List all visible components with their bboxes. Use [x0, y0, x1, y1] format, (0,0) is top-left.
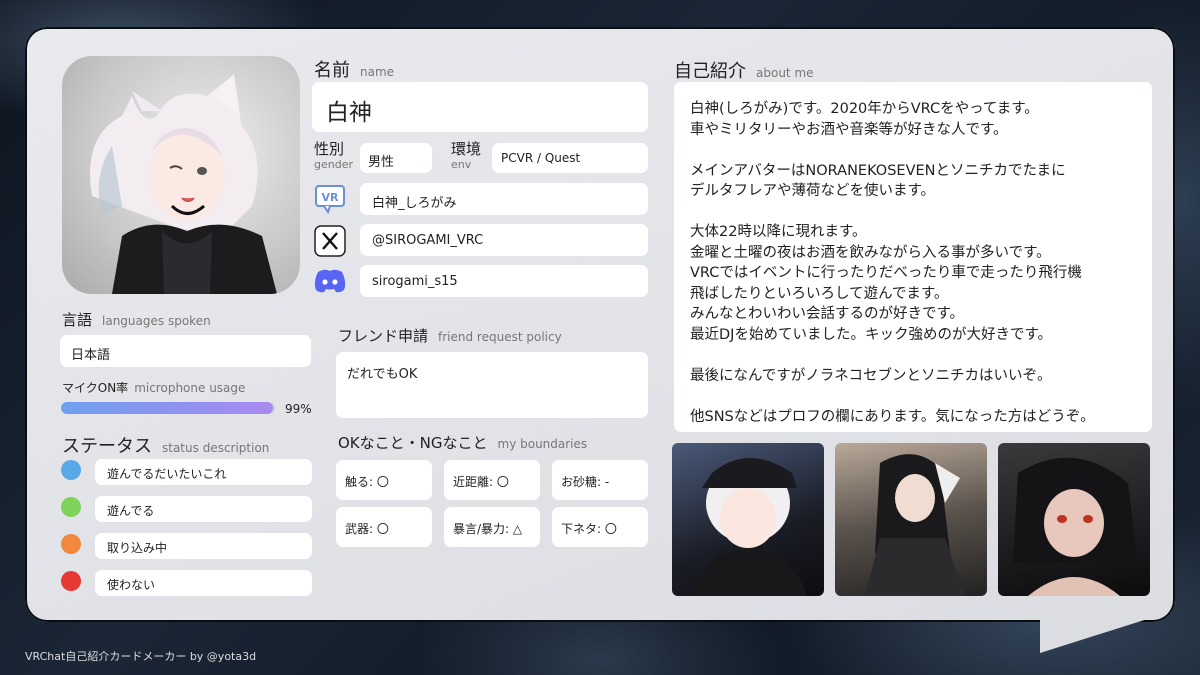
status-dot	[61, 460, 81, 480]
env-field: PCVR / Quest	[492, 143, 648, 173]
boundary-item: 近距離: 〇	[444, 460, 540, 500]
languages-value: 日本語	[71, 348, 111, 363]
discord-account-field: sirogami_s15	[360, 265, 648, 297]
boundary-text: お砂糖: -	[561, 475, 610, 489]
boundaries-label: OKなこと・NGなこと my boundaries	[338, 434, 588, 452]
friend-request-label: フレンド申請 friend request policy	[338, 327, 562, 345]
mic-label: マイクON率 microphone usage	[62, 381, 246, 395]
avatar-image	[62, 56, 300, 294]
about-label: 自己紹介 about me	[674, 61, 814, 82]
status-dot	[61, 534, 81, 554]
x-account: @SIROGAMI_VRC	[372, 233, 484, 248]
photo-3	[998, 443, 1150, 596]
name-label: 名前 name	[314, 60, 395, 81]
boundary-item: お砂糖: -	[552, 460, 648, 500]
languages-label: 言語 languages spoken	[62, 311, 211, 329]
status-item: 遊んでるだいたいこれ	[95, 459, 312, 485]
status-text: 遊んでる	[107, 504, 155, 518]
vrchat-account-field: 白神_しろがみ	[360, 183, 648, 215]
about-line: 金曜と土曜の夜はお酒を飲みながら入る事が多いです。	[690, 244, 1051, 261]
speech-bubble-tail	[1040, 615, 1160, 653]
boundary-text: 近距離: 〇	[453, 475, 509, 489]
discord-account: sirogami_s15	[372, 274, 458, 289]
about-line: みんなとわいわい会話するのが好きです。	[690, 306, 965, 322]
status-text: 取り込み中	[107, 541, 168, 555]
languages-field: 日本語	[60, 335, 311, 367]
svg-text:VR: VR	[322, 191, 340, 204]
friend-request-field: だれでもOK	[336, 352, 648, 418]
about-line: 最後になんですがノラネコセブンとソニチカはいいぞ。	[690, 367, 1052, 384]
status-item: 取り込み中	[95, 533, 312, 559]
boundary-text: 暴言/暴力: △	[453, 522, 523, 536]
status-label: ステータス status description	[62, 436, 270, 457]
boundary-text: 触る: 〇	[345, 475, 389, 489]
env-value: PCVR / Quest	[501, 151, 581, 165]
about-line	[690, 200, 1095, 221]
boundary-text: 下ネタ: 〇	[561, 522, 617, 536]
gender-value: 男性	[368, 155, 395, 170]
photo-1	[672, 443, 824, 596]
gender-field: 男性	[360, 143, 432, 173]
name-value: 白神	[326, 100, 372, 126]
vrchat-icon: VR	[314, 184, 346, 215]
gender-label: 性別 gender	[314, 140, 353, 172]
status-text: 遊んでるだいたいこれ	[107, 467, 227, 481]
status-item: 遊んでる	[95, 496, 312, 522]
name-field: 白神	[312, 82, 648, 132]
mic-percent: 99%	[285, 402, 312, 416]
footer-credit: VRChat自己紹介カードメーカー by @yota3d	[25, 650, 257, 663]
about-text: 白神(しろがみ)です。2020年からVRCをやってます。 車やミリタリーやお酒や音…	[690, 97, 1095, 425]
discord-icon	[313, 268, 347, 294]
status-item: 使わない	[95, 570, 312, 596]
photo-2	[835, 443, 987, 596]
about-line: 白神(しろがみ)です。2020年からVRCをやってます。	[690, 101, 1039, 117]
about-line: 大体22時以降に現れます。	[690, 224, 867, 240]
status-text: 使わない	[107, 578, 156, 592]
boundary-item: 武器: 〇	[336, 507, 432, 547]
about-line: デルタフレアや薄荷などを使います。	[690, 183, 936, 199]
about-field: 白神(しろがみ)です。2020年からVRCをやってます。 車やミリタリーやお酒や音…	[674, 82, 1152, 432]
about-line: 他SNSなどはプロフの欄にあります。気になった方はどうぞ。	[690, 408, 1095, 425]
about-line: メインアバターはNORANEKOSEVENとソニチカでたまに	[690, 162, 1066, 179]
status-dot	[61, 571, 81, 591]
about-line: VRCではイベントに行ったりだべったり車で走ったり飛行機	[690, 265, 1082, 281]
status-dot	[61, 497, 81, 517]
about-line	[690, 138, 1095, 159]
vrchat-account: 白神_しろがみ	[372, 196, 457, 211]
about-line: 車やミリタリーやお酒や音楽等が好きな人です。	[690, 121, 1008, 138]
boundary-text: 武器: 〇	[345, 522, 389, 536]
mic-progress-track	[61, 402, 275, 414]
friend-request-value: だれでもOK	[347, 367, 418, 382]
about-line	[690, 384, 1095, 405]
x-account-field: @SIROGAMI_VRC	[360, 224, 648, 256]
about-line: 飛ばしたりといろいろして遊んでます。	[690, 285, 949, 302]
boundary-item: 暴言/暴力: △	[444, 507, 540, 547]
env-label: 環境 env	[451, 140, 482, 172]
about-line: 最近DJを始めていました。キック強めのが大好きです。	[690, 326, 1052, 343]
boundary-item: 触る: 〇	[336, 460, 432, 500]
boundary-item: 下ネタ: 〇	[552, 507, 648, 547]
mic-progress-fill	[61, 402, 273, 414]
x-icon	[314, 225, 346, 257]
about-line	[690, 343, 1095, 364]
